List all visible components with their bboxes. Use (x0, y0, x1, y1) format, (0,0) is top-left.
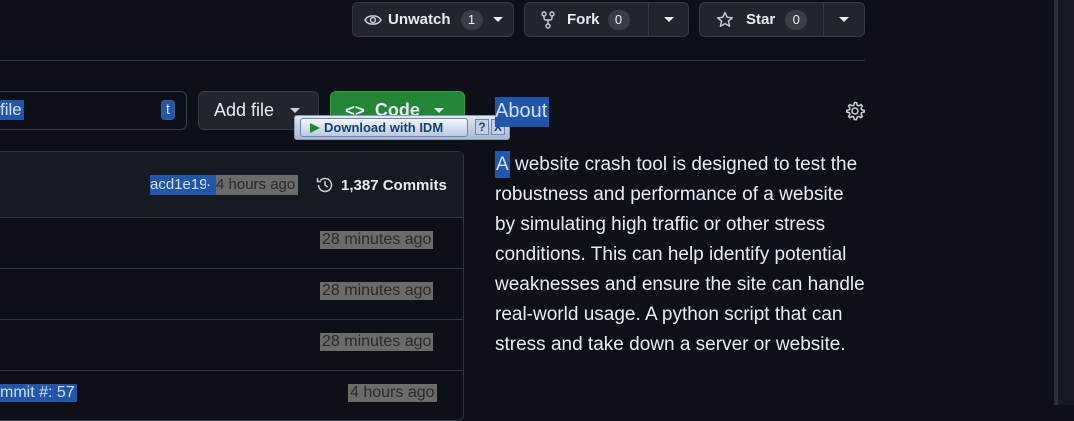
scrollbar-track[interactable] (1058, 0, 1074, 405)
about-description-text: website crash tool is designed to test t… (495, 154, 865, 355)
chevron-down-icon (663, 17, 674, 22)
fork-label: Fork (567, 11, 600, 28)
unwatch-label: Unwatch (388, 11, 451, 28)
row-time: 4 hours ago (348, 384, 437, 402)
commits-link[interactable]: 1,387 Commits (315, 174, 447, 196)
about-first-letter: A (495, 151, 510, 178)
watch-dropdown[interactable] (484, 3, 513, 36)
star-icon (716, 11, 734, 29)
star-dropdown[interactable] (823, 3, 864, 36)
row-time: 28 minutes ago (320, 282, 434, 300)
idm-download-button[interactable]: Download with IDM (300, 118, 468, 137)
play-icon (309, 122, 321, 134)
header-divider (0, 60, 865, 61)
star-count: 0 (785, 9, 808, 30)
row-time: 28 minutes ago (320, 333, 434, 351)
star-button[interactable]: Star 0 (699, 2, 865, 37)
chevron-down-icon (290, 108, 301, 113)
go-to-file-input[interactable]: file t (0, 91, 187, 130)
history-icon (315, 175, 335, 195)
idm-download-label: Download with IDM (324, 120, 444, 135)
idm-help-button[interactable]: ? (475, 119, 489, 135)
table-row[interactable]: 28 minutes ago (0, 218, 463, 268)
commit-separator: · (206, 175, 216, 195)
eye-icon (364, 13, 382, 27)
commit-hash[interactable]: acd1e19 (150, 175, 208, 195)
commit-time: 4 hours ago (216, 175, 299, 195)
chevron-down-icon (493, 17, 504, 22)
star-label: Star (746, 11, 776, 28)
watch-count: 1 (460, 9, 483, 30)
fork-count: 0 (607, 9, 630, 30)
chevron-down-icon (433, 108, 444, 113)
commits-count: 1,387 Commits (341, 176, 447, 194)
gear-icon[interactable] (844, 100, 866, 127)
add-file-label: Add file (214, 100, 275, 120)
table-row[interactable]: 28 minutes ago (0, 320, 463, 370)
fork-dropdown[interactable] (648, 3, 688, 36)
search-placeholder: file (0, 100, 24, 120)
table-row[interactable]: mmit #: 57 4 hours ago (0, 371, 463, 411)
about-description: A website crash tool is designed to test… (495, 150, 865, 360)
fork-icon (541, 10, 555, 29)
chevron-down-icon (839, 17, 850, 22)
row-commit-message[interactable]: mmit #: 57 (0, 384, 77, 402)
about-heading: About (495, 97, 550, 127)
row-time: 28 minutes ago (320, 231, 434, 249)
idm-download-panel[interactable]: Download with IDM ? X (294, 115, 510, 140)
shortcut-key-hint: t (161, 100, 175, 120)
table-row[interactable]: 28 minutes ago (0, 269, 463, 319)
unwatch-button[interactable]: Unwatch 1 (352, 2, 514, 37)
fork-button[interactable]: Fork 0 (524, 2, 689, 37)
